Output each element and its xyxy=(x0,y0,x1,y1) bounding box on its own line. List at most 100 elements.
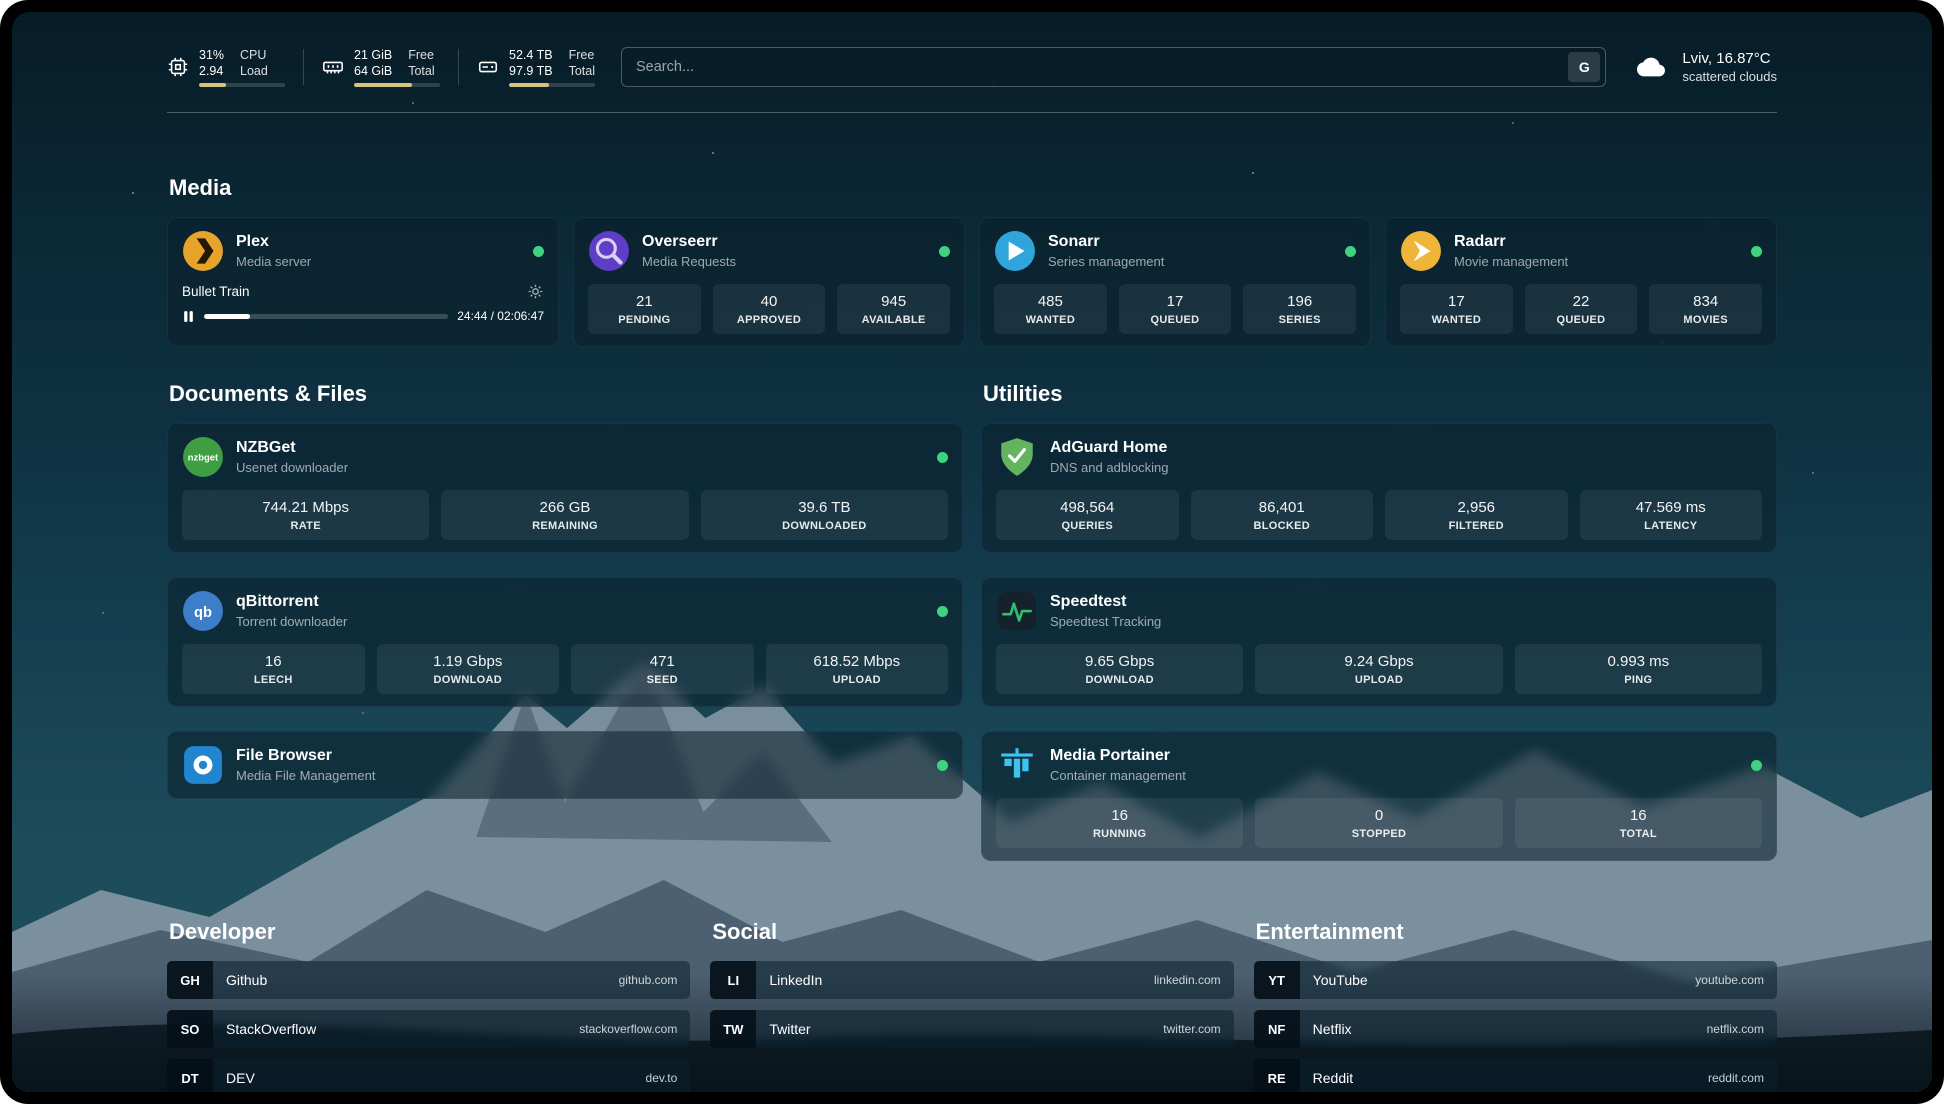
stat-queries: 498,564 QUERIES xyxy=(996,490,1179,540)
stat-movies: 834 MOVIES xyxy=(1649,284,1762,334)
bookmark-name: Reddit xyxy=(1313,1070,1353,1086)
card-header: Sonarr Series management xyxy=(994,230,1356,272)
stat-value: 16 xyxy=(1111,807,1128,824)
gear-icon[interactable] xyxy=(527,283,544,300)
stat-label: QUEUED xyxy=(1151,314,1200,326)
stat-filtered: 2,956 FILTERED xyxy=(1385,490,1568,540)
section-developer: Developer GH Github github.com SO StackO… xyxy=(167,919,690,1092)
adguard-stats: 498,564 QUERIES 86,401 BLOCKED 2,956 FIL… xyxy=(996,490,1762,540)
card-titles: Speedtest Speedtest Tracking xyxy=(1050,593,1161,629)
service-card-adguard[interactable]: AdGuard Home DNS and adblocking 498,564 … xyxy=(981,423,1777,553)
service-card-portainer[interactable]: Media Portainer Container management 16 … xyxy=(981,731,1777,861)
disk-widget: 52.4 TB 97.9 TB Free Total xyxy=(477,47,595,88)
service-card-radarr[interactable]: Radarr Movie management 17 WANTED 2 xyxy=(1385,217,1777,347)
card-header: Radarr Movie management xyxy=(1400,230,1762,272)
service-card-overseerr[interactable]: Overseerr Media Requests 21 PENDING xyxy=(573,217,965,347)
section-title-social: Social xyxy=(712,919,1233,945)
stat-wanted: 17 WANTED xyxy=(1400,284,1513,334)
stat-value: 266 GB xyxy=(540,499,591,516)
cpu-usage-label: CPU xyxy=(240,47,268,63)
bookmark-stackoverflow[interactable]: SO StackOverflow stackoverflow.com xyxy=(167,1010,690,1048)
search-provider-button[interactable]: G xyxy=(1568,52,1600,82)
disk-total-label: Total xyxy=(569,63,595,79)
service-card-speedtest[interactable]: Speedtest Speedtest Tracking 9.65 Gbps D… xyxy=(981,577,1777,707)
stat-label: WANTED xyxy=(1432,314,1481,326)
memory-widget: 21 GiB 64 GiB Free Total xyxy=(322,47,440,88)
service-card-nzbget[interactable]: nzbget NZBGet Usenet downloader xyxy=(167,423,963,553)
card-header: Overseerr Media Requests xyxy=(588,230,950,272)
bookmark-twitter[interactable]: TW Twitter twitter.com xyxy=(710,1010,1233,1048)
card-titles: File Browser Media File Management xyxy=(236,747,375,783)
status-dot xyxy=(939,246,950,257)
stat-stopped: 0 STOPPED xyxy=(1255,798,1502,848)
weather-location: Lviv, 16.87°C xyxy=(1682,50,1777,67)
bookmark-name: Twitter xyxy=(769,1021,810,1037)
bookmark-abbr: YT xyxy=(1254,961,1300,999)
status-dot xyxy=(937,606,948,617)
bookmark-linkedin[interactable]: LI LinkedIn linkedin.com xyxy=(710,961,1233,999)
nzbget-icon: nzbget xyxy=(182,436,224,478)
section-media: Media Plex Media server xyxy=(167,175,1777,347)
weather-text: Lviv, 16.87°C scattered clouds xyxy=(1682,50,1777,84)
cloud-icon xyxy=(1632,53,1670,81)
service-card-sonarr[interactable]: Sonarr Series management 485 WANTED xyxy=(979,217,1371,347)
media-grid: Plex Media server Bullet Train xyxy=(167,217,1777,347)
documents-stack: nzbget NZBGet Usenet downloader xyxy=(167,423,963,799)
disk-progress-bar xyxy=(509,83,595,87)
memory-free-label: Free xyxy=(408,47,434,63)
card-titles: AdGuard Home DNS and adblocking xyxy=(1050,439,1169,475)
weather-widget: Lviv, 16.87°C scattered clouds xyxy=(1632,50,1777,84)
card-titles: NZBGet Usenet downloader xyxy=(236,439,348,475)
service-name: NZBGet xyxy=(236,439,348,457)
stat-label: PENDING xyxy=(618,314,670,326)
status-dot xyxy=(533,246,544,257)
overseerr-icon xyxy=(588,230,630,272)
stat-value: 39.6 TB xyxy=(798,499,850,516)
stat-value: 0.993 ms xyxy=(1607,653,1669,670)
stat-downloaded: 39.6 TB DOWNLOADED xyxy=(701,490,948,540)
bookmark-abbr: LI xyxy=(710,961,756,999)
speedtest-stats: 9.65 Gbps DOWNLOAD 9.24 Gbps UPLOAD 0.99… xyxy=(996,644,1762,694)
svg-text:qb: qb xyxy=(194,605,212,621)
weather-condition: scattered clouds xyxy=(1682,69,1777,84)
stat-label: APPROVED xyxy=(737,314,801,326)
playback-progress[interactable] xyxy=(204,314,448,319)
radarr-stats: 17 WANTED 22 QUEUED 834 MOVIES xyxy=(1400,284,1762,334)
stat-label: QUEUED xyxy=(1557,314,1606,326)
cpu-usage-value: 31% xyxy=(199,47,224,63)
stat-value: 16 xyxy=(1630,807,1647,824)
bookmark-abbr: TW xyxy=(710,1010,756,1048)
pause-icon[interactable] xyxy=(182,310,195,323)
bookmarks-grid: Developer GH Github github.com SO StackO… xyxy=(167,919,1777,1092)
stat-label: DOWNLOADED xyxy=(782,520,866,532)
service-card-qbittorrent[interactable]: qb qBittorrent Torrent downloader xyxy=(167,577,963,707)
bookmark-reddit[interactable]: RE Reddit reddit.com xyxy=(1254,1059,1777,1092)
bookmark-abbr: DT xyxy=(167,1059,213,1092)
section-utilities: Utilities AdGuard Home DNS and adblockin… xyxy=(981,381,1777,861)
resource-monitors: 31% 2.94 CPU Load xyxy=(167,47,595,88)
stat-label: BLOCKED xyxy=(1254,520,1311,532)
service-subtitle: Speedtest Tracking xyxy=(1050,614,1161,629)
stat-value: 498,564 xyxy=(1060,499,1114,516)
status-dot xyxy=(937,452,948,463)
developer-bookmarks: GH Github github.com SO StackOverflow st… xyxy=(167,961,690,1092)
section-title-entertainment: Entertainment xyxy=(1256,919,1777,945)
search-input[interactable] xyxy=(636,59,1568,75)
memory-progress-bar xyxy=(354,83,440,87)
bookmark-youtube[interactable]: YT YouTube youtube.com xyxy=(1254,961,1777,999)
stat-latency: 47.569 ms LATENCY xyxy=(1580,490,1763,540)
bookmark-dev[interactable]: DT DEV dev.to xyxy=(167,1059,690,1092)
card-header: Media Portainer Container management xyxy=(996,744,1762,786)
bookmark-github[interactable]: GH Github github.com xyxy=(167,961,690,999)
bookmark-url: stackoverflow.com xyxy=(579,1022,677,1036)
bookmark-name: StackOverflow xyxy=(226,1021,316,1037)
card-titles: Plex Media server xyxy=(236,233,311,269)
service-name: qBittorrent xyxy=(236,593,347,611)
bookmark-netflix[interactable]: NF Netflix netflix.com xyxy=(1254,1010,1777,1048)
stat-value: 17 xyxy=(1448,293,1465,310)
now-playing-title: Bullet Train xyxy=(182,284,250,299)
bookmark-url: twitter.com xyxy=(1163,1022,1220,1036)
stat-value: 21 xyxy=(636,293,653,310)
service-card-plex[interactable]: Plex Media server Bullet Train xyxy=(167,217,559,347)
service-card-filebrowser[interactable]: File Browser Media File Management xyxy=(167,731,963,799)
